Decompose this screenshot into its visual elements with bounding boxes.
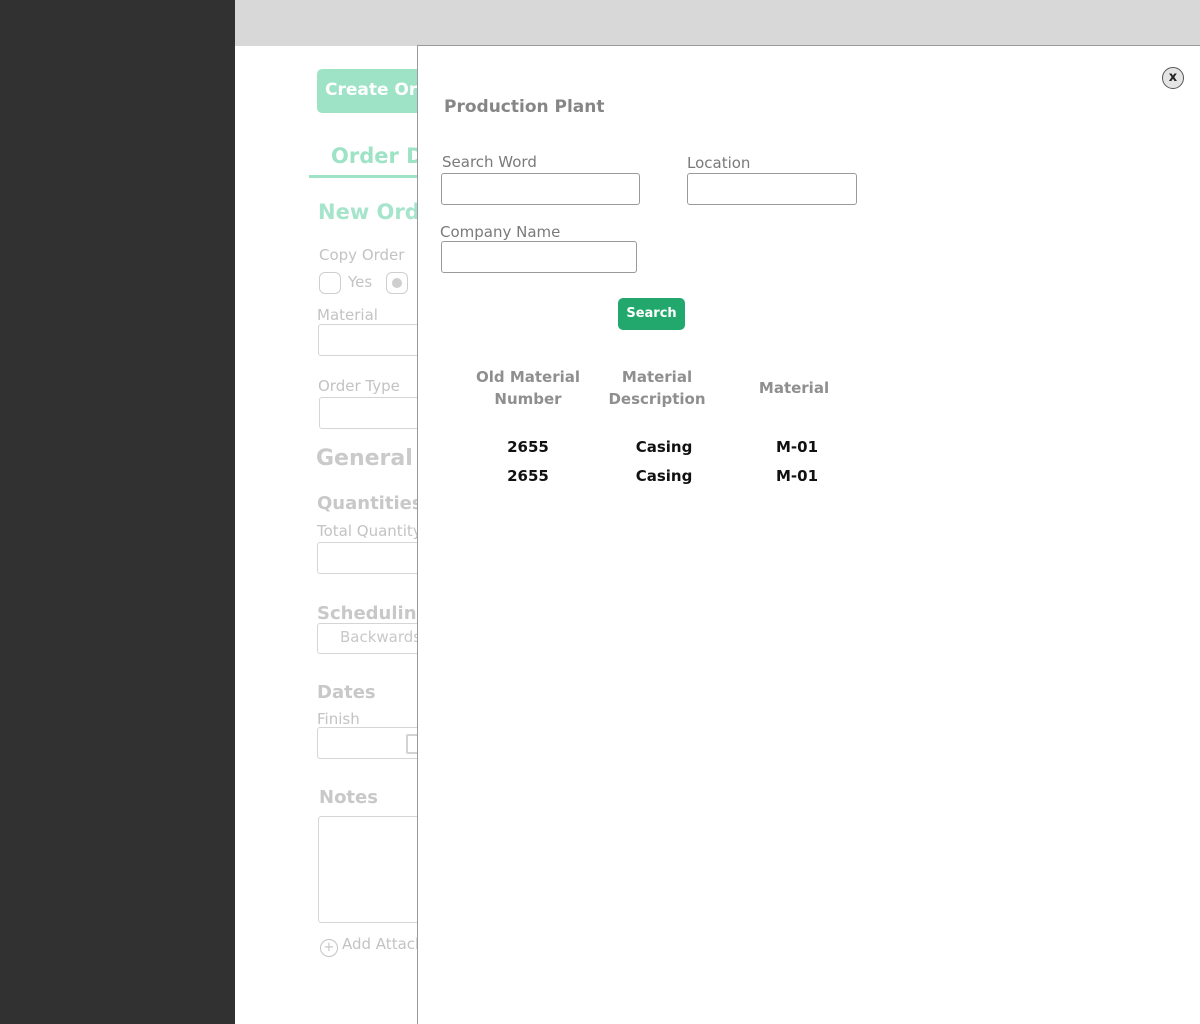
- old-material-number-cell: 2655: [507, 467, 549, 485]
- header-line: Number: [494, 390, 562, 408]
- notes-textarea[interactable]: [318, 816, 428, 923]
- column-header-material: Material: [758, 379, 830, 397]
- company-name-input[interactable]: [441, 241, 637, 273]
- company-name-label: Company Name: [440, 223, 561, 241]
- search-button[interactable]: Search: [618, 298, 685, 330]
- material-label: Material: [317, 306, 378, 324]
- copy-order-yes-label: Yes: [348, 273, 373, 291]
- add-attachment-link[interactable]: + Add Attach: [320, 935, 425, 957]
- material-description-cell: Casing: [635, 438, 693, 456]
- material-cell: M-01: [775, 438, 819, 456]
- column-header-old-material-number: Old Material Number: [468, 366, 588, 410]
- plus-circle-icon: +: [320, 939, 338, 957]
- copy-order-no-radio[interactable]: [386, 272, 408, 294]
- material-cell: M-01: [775, 467, 819, 485]
- material-field[interactable]: [318, 324, 428, 356]
- modal-title: Production Plant: [444, 97, 605, 117]
- add-attachment-label: Add Attach: [342, 935, 425, 953]
- header-line: Old Material: [475, 368, 581, 386]
- quantities-title: Quantities: [317, 493, 423, 514]
- production-plant-modal: x Production Plant Search Word Location …: [417, 45, 1200, 1024]
- search-word-label: Search Word: [442, 153, 537, 171]
- column-header-material-description: Material Description: [602, 366, 712, 410]
- notes-title: Notes: [319, 787, 378, 808]
- table-row[interactable]: 2655 Casing M-01: [458, 438, 838, 462]
- radio-selected-dot: [392, 278, 402, 288]
- scheduling-value: Backwards: [340, 628, 422, 646]
- order-type-label: Order Type: [318, 377, 400, 395]
- material-description-cell: Casing: [635, 467, 693, 485]
- scheduling-select[interactable]: Backwards: [317, 623, 427, 654]
- header-line: Description: [608, 390, 706, 408]
- location-input[interactable]: [687, 173, 857, 205]
- finish-date-field[interactable]: [317, 727, 427, 759]
- header-line: Material: [621, 368, 693, 386]
- finish-label: Finish: [317, 710, 360, 728]
- scheduling-title: Scheduling: [317, 603, 430, 624]
- general-title: General: [316, 446, 413, 471]
- total-quantity-label: Total Quantity: [317, 522, 422, 540]
- order-type-field[interactable]: [319, 397, 429, 429]
- top-bar: [235, 0, 1200, 46]
- sidebar: [0, 0, 235, 1024]
- total-quantity-field[interactable]: [317, 542, 427, 574]
- close-button[interactable]: x: [1162, 67, 1184, 89]
- dates-title: Dates: [317, 682, 376, 703]
- copy-order-label: Copy Order: [319, 246, 405, 264]
- location-label: Location: [687, 154, 751, 172]
- old-material-number-cell: 2655: [507, 438, 549, 456]
- table-row[interactable]: 2655 Casing M-01: [458, 467, 838, 491]
- copy-order-yes-radio[interactable]: [319, 272, 341, 294]
- search-word-input[interactable]: [441, 173, 640, 205]
